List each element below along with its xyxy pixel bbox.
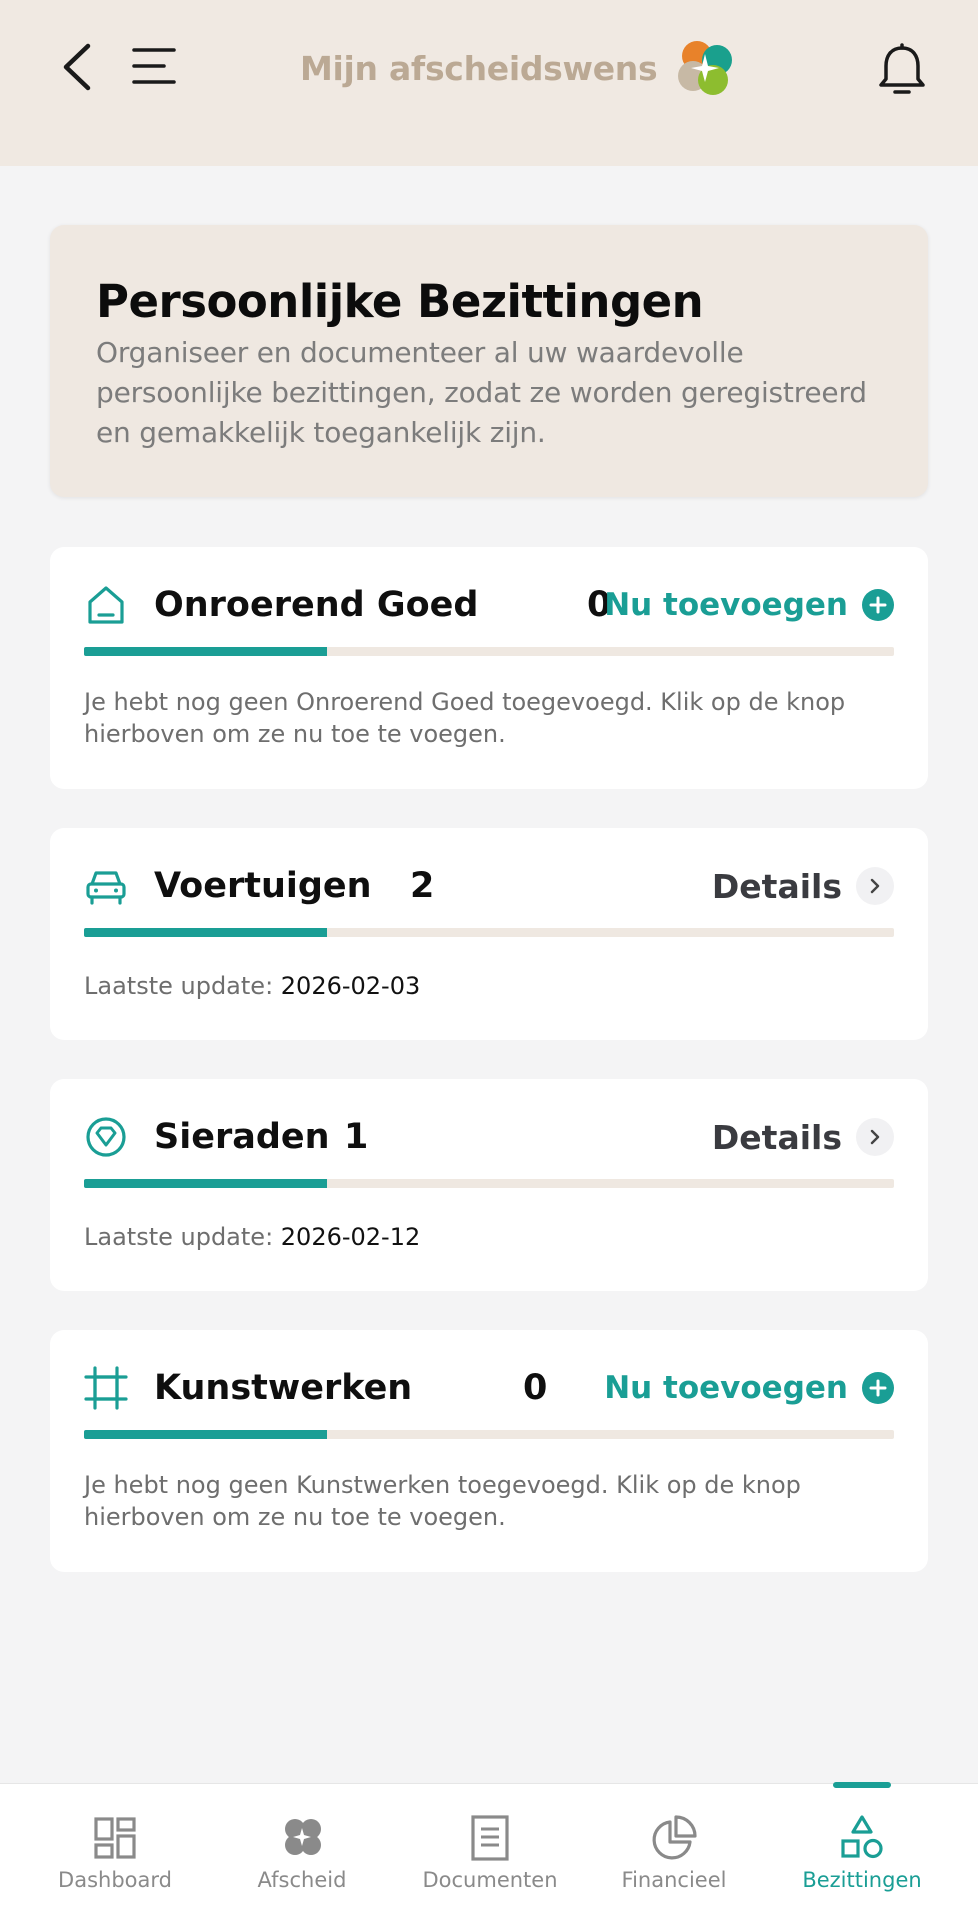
plus-icon [862,1372,894,1404]
add-now-label: Nu toevoegen [604,587,848,623]
plus-icon [862,589,894,621]
last-update-label: Laatste update: [84,972,281,1000]
chevron-left-icon [63,43,91,91]
brand: Mijn afscheidswens [300,36,739,100]
nav-afscheid[interactable]: Afscheid [232,1784,372,1920]
card-count: 1 [344,1117,369,1157]
progress-bar [84,1430,894,1439]
last-update: Laatste update: 2026-02-12 [84,1221,420,1253]
document-icon [471,1815,509,1861]
card-count: 0 [523,1368,548,1408]
page-title: Persoonlijke Bezittingen [96,275,704,328]
car-icon [86,871,126,905]
frame-icon [84,1366,128,1410]
progress-fill [84,928,327,937]
hamburger-menu-icon [132,48,176,84]
card-count: 2 [410,866,435,906]
brand-title: Mijn afscheidswens [300,48,658,88]
details-button[interactable]: Details [712,1109,894,1165]
chevron-right-icon [856,867,894,905]
nav-financieel[interactable]: Financieel [604,1784,744,1920]
card-sieraden[interactable]: Sieraden 1 Details Laatste update: 2026-… [50,1079,928,1291]
chevron-right-icon [856,1118,894,1156]
empty-message: Je hebt nog geen Kunstwerken toegevoegd.… [84,1471,801,1531]
notifications-button[interactable] [872,40,932,100]
nav-dashboard[interactable]: Dashboard [40,1784,190,1920]
dashboard-grid-icon [94,1817,136,1859]
nav-label: Afscheid [257,1868,347,1892]
clover-logo-icon [678,41,733,95]
progress-fill [84,1430,327,1439]
bottom-nav: Dashboard Afscheid Documenten Financieel [0,1782,978,1920]
card-voertuigen[interactable]: Voertuigen 2 Details Laatste update: 202… [50,828,928,1040]
progress-bar [84,928,894,937]
back-button[interactable] [52,40,104,94]
bell-icon [879,43,925,94]
gem-icon [86,1117,126,1157]
intro-card: Persoonlijke Bezittingen Organiseer en d… [50,225,928,497]
details-button[interactable]: Details [712,858,894,914]
card-title: Voertuigen [154,866,372,906]
empty-message: Je hebt nog geen Onroerend Goed toegevoe… [84,688,846,748]
card-title: Sieraden [154,1117,330,1157]
nav-label: Financieel [621,1868,727,1892]
details-label: Details [711,1117,842,1157]
card-title: Kunstwerken [154,1368,413,1408]
progress-fill [84,1179,327,1188]
nav-label: Bezittingen [802,1868,922,1892]
progress-bar [84,1179,894,1188]
add-now-button[interactable]: Nu toevoegen [604,1360,894,1416]
card-title: Onroerend Goed [154,585,479,625]
details-label: Details [711,866,842,906]
active-indicator [833,1782,891,1788]
nav-label: Documenten [422,1868,558,1892]
last-update-label: Laatste update: [84,1223,281,1251]
card-onroerend-goed: Onroerend Goed 0 Nu toevoegen Je hebt no… [50,547,928,789]
menu-button[interactable] [128,44,180,88]
progress-bar [84,647,894,656]
nav-label: Dashboard [58,1868,172,1892]
card-kunstwerken: Kunstwerken 0 Nu toevoegen Je hebt nog g… [50,1330,928,1572]
nav-documenten[interactable]: Documenten [410,1784,570,1920]
nav-bezittingen[interactable]: Bezittingen [790,1782,934,1920]
house-icon [88,586,124,624]
add-now-label: Nu toevoegen [604,1370,848,1406]
last-update-date: 2026-02-03 [280,972,421,1000]
last-update-date: 2026-02-12 [280,1223,421,1251]
progress-fill [84,647,327,656]
last-update: Laatste update: 2026-02-03 [84,970,420,1002]
clover-icon [285,1819,321,1855]
add-now-button[interactable]: Nu toevoegen [604,577,894,633]
page-description: Organiseer en documenteer al uw waardevo… [96,336,867,449]
shapes-icon [841,1815,883,1859]
pie-chart-icon [652,1815,697,1860]
app-header: Mijn afscheidswens [0,0,978,166]
